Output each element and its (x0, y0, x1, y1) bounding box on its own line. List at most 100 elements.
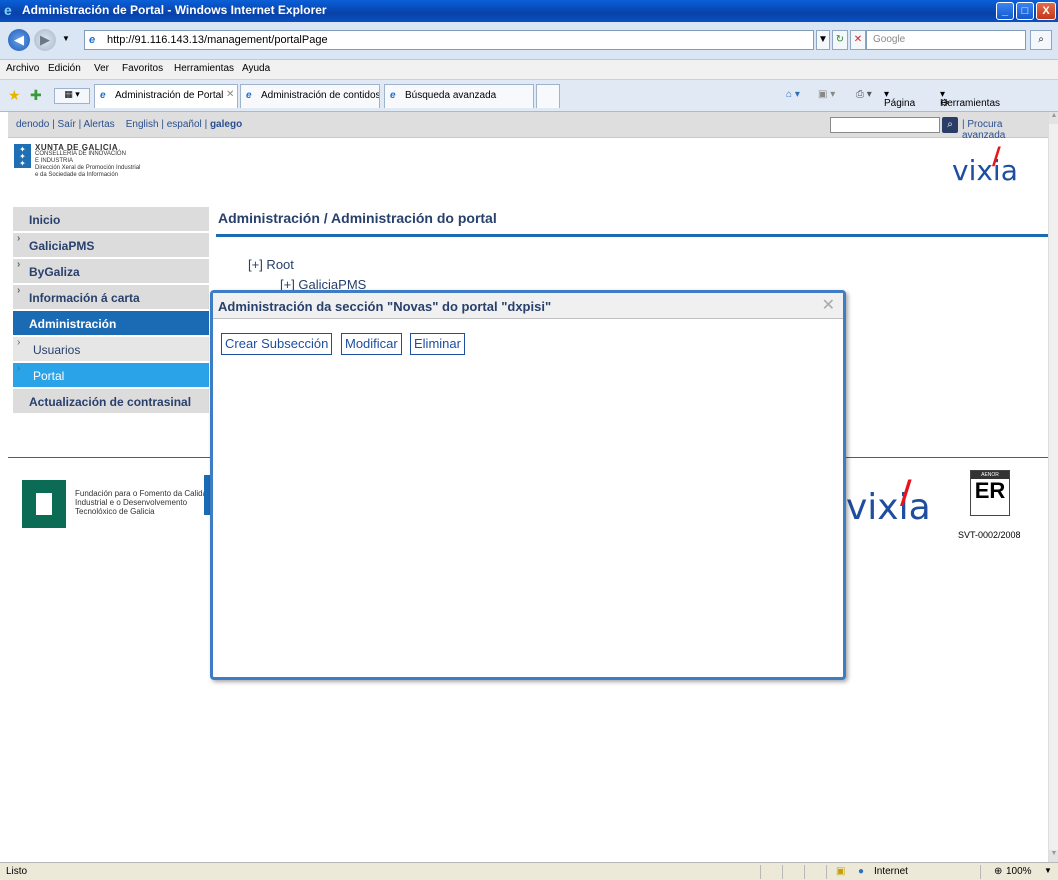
globe-icon: ● (858, 866, 865, 877)
separator: | (52, 119, 55, 130)
sidebar-item-administracion[interactable]: Administración (13, 311, 209, 336)
vixia-text: vixia (952, 154, 1018, 187)
tab-busqueda-avanzada[interactable]: e Búsqueda avanzada (384, 84, 534, 108)
menu-herramientas[interactable]: Herramientas (174, 63, 234, 74)
menu-ver[interactable]: Ver (94, 63, 109, 74)
dialog-title: Administración da sección "Novas" do por… (218, 299, 552, 314)
dialog-header: Administración da sección "Novas" do por… (213, 293, 843, 319)
tab-label: Búsqueda avanzada (405, 90, 497, 101)
xunta-line3: Dirección Xeral de Promoción Industrial (35, 165, 141, 171)
site-search-icon[interactable]: ⌕ (942, 117, 958, 133)
divider (216, 234, 1048, 237)
lang-galician-link[interactable]: galego (210, 119, 242, 130)
new-tab-button[interactable] (536, 84, 560, 108)
xunta-flag-icon: ✦ ✦ ✦ (14, 144, 31, 168)
alerts-link[interactable]: Alertas (84, 119, 115, 130)
divider (980, 865, 981, 879)
divider (782, 865, 783, 879)
separator: | (78, 119, 82, 130)
history-dropdown-icon[interactable]: ▼ (62, 34, 70, 43)
tree-node-root[interactable]: [+] Root (248, 257, 294, 272)
search-input[interactable]: Google (866, 30, 1026, 50)
sidebar-item-galiciapms[interactable]: GaliciaPMS (13, 233, 209, 258)
separator: | (161, 119, 164, 130)
zoom-icon[interactable]: ⊕ (994, 866, 1002, 877)
address-toolbar: ◀ ▶ ▼ e http://91.116.143.13/management/… (0, 22, 1058, 60)
back-button[interactable]: ◀ (8, 29, 30, 51)
page-menu-label: Página (884, 98, 916, 109)
quick-tabs-icon[interactable]: ▦ ▾ (54, 88, 90, 104)
feeds-icon[interactable]: ▣ ▾ (818, 89, 835, 100)
favorites-star-icon[interactable]: ★ (8, 87, 21, 104)
minimize-button[interactable]: _ (996, 2, 1014, 20)
lang-english-link[interactable]: English (126, 119, 159, 130)
lang-spanish-link[interactable]: español (167, 119, 202, 130)
delete-button[interactable]: Eliminar (410, 333, 465, 355)
maximize-button[interactable]: □ (1016, 2, 1034, 20)
security-zone: Internet (874, 866, 908, 877)
certification-code: SVT-0002/2008 (958, 530, 1021, 540)
zoom-level[interactable]: 100% (1006, 866, 1032, 877)
menu-favoritos[interactable]: Favoritos (122, 63, 163, 74)
add-favorite-icon[interactable]: ✚ (30, 87, 42, 104)
zoom-dropdown-icon[interactable]: ▼ (1044, 866, 1052, 875)
menu-ayuda[interactable]: Ayuda (242, 63, 270, 74)
window-title: Administración de Portal - Windows Inter… (22, 3, 327, 17)
sidebar-item-inicio[interactable]: Inicio (13, 207, 209, 232)
close-icon[interactable]: ✕ (822, 295, 835, 315)
status-text: Listo (6, 866, 28, 877)
url-text: http://91.116.143.13/management/portalPa… (107, 34, 328, 46)
modify-button[interactable]: Modificar (341, 333, 402, 355)
close-window-button[interactable]: X (1036, 2, 1056, 20)
xunta-name: XUNTA DE GALICIA (35, 143, 119, 152)
xunta-line2: E INDUSTRIA (35, 158, 74, 164)
vixia-logo: vixia / (952, 142, 1018, 187)
stop-button[interactable]: ✕ (850, 30, 866, 50)
aenor-er-mark: ER (974, 478, 1006, 503)
logout-link[interactable]: Saír (58, 119, 76, 130)
sidebar-item-bygaliza[interactable]: ByGaliza (13, 259, 209, 284)
tab-label: Administración de Portal (115, 90, 224, 101)
advanced-search-link[interactable]: | Procura avanzada (962, 119, 1048, 141)
page-icon: e (390, 90, 396, 101)
home-icon[interactable]: ⌂ ▾ (786, 89, 800, 100)
protected-mode-icon[interactable]: ▣ (836, 866, 845, 877)
separator: | (204, 119, 208, 130)
tools-menu[interactable]: ⚙ Herramientas ▾ (940, 89, 1000, 109)
window-title-bar: e Administración de Portal - Windows Int… (0, 0, 1058, 22)
vertical-scrollbar[interactable]: ▲ ▼ (1048, 112, 1058, 862)
page-menu[interactable]: Página ▾ (884, 89, 915, 109)
search-icon[interactable]: ⌕ (1030, 30, 1052, 50)
status-bar: Listo ▣ ● Internet ⊕ 100% ▼ (0, 862, 1058, 880)
url-field[interactable]: e http://91.116.143.13/management/portal… (84, 30, 814, 50)
tab-administracion-portal[interactable]: e Administración de Portal (94, 84, 238, 108)
tab-label: Administración de contidos (261, 90, 380, 101)
forward-button[interactable]: ▶ (34, 29, 56, 51)
tab-administracion-contidos[interactable]: e Administración de contidos (240, 84, 380, 108)
sidebar-item-informacion[interactable]: Información á carta (13, 285, 209, 310)
sidebar-item-contrasinal[interactable]: Actualización de contrasinal (13, 389, 209, 414)
tab-bar: ★ ✚ ▦ ▾ e Administración de Portal ✕ e A… (0, 80, 1058, 112)
create-subsection-button[interactable]: Crear Subsección (221, 333, 333, 355)
xunta-line1: CONSELLERÍA DE INNOVACIÓN (35, 151, 126, 157)
advanced-search-label: Procura avanzada (962, 119, 1006, 141)
site-search-input[interactable] (830, 117, 940, 133)
page-icon: e (100, 90, 106, 101)
vixia-footer-logo: vixia / (846, 473, 931, 528)
divider (804, 865, 805, 879)
menu-archivo[interactable]: Archivo (6, 63, 39, 74)
url-dropdown-icon[interactable]: ▼ (816, 30, 830, 50)
sidebar-item-portal[interactable]: Portal (13, 363, 209, 388)
site-top-strip: denodo | Saír | Alertas English | españo… (8, 112, 1048, 141)
section-admin-dialog: Administración da sección "Novas" do por… (210, 290, 846, 680)
scroll-up-icon[interactable]: ▲ (1049, 112, 1058, 124)
menu-edicion[interactable]: Edición (48, 63, 81, 74)
sidebar-item-usuarios[interactable]: Usuarios (13, 337, 209, 362)
print-icon[interactable]: ⎙ ▾ (856, 89, 872, 100)
refresh-button[interactable]: ↻ (832, 30, 848, 50)
close-tab-icon[interactable]: ✕ (226, 89, 234, 100)
user-links: denodo | Saír | Alertas English | españo… (16, 119, 242, 130)
fundacion-logo-icon (22, 480, 66, 528)
scroll-down-icon[interactable]: ▼ (1049, 850, 1058, 862)
divider (760, 865, 761, 879)
